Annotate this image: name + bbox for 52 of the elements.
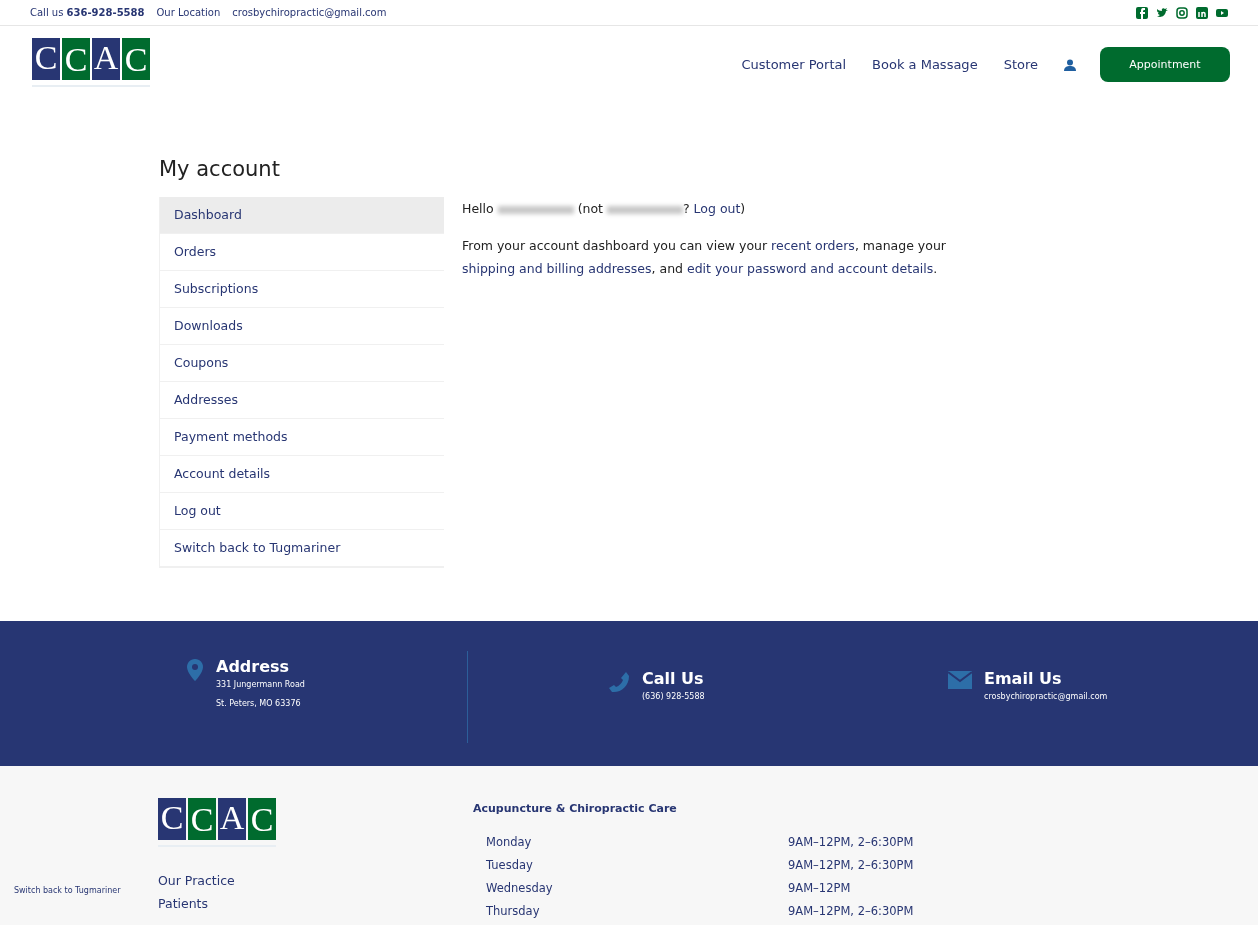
sidebar-item[interactable]: Account details — [160, 456, 444, 493]
sidebar-item[interactable]: Downloads — [160, 308, 444, 345]
greeting-text: Hello (not ? Log out) — [462, 200, 747, 218]
contact-text: 331 Jungermann Road — [216, 680, 305, 689]
sidebar-item[interactable]: Orders — [160, 234, 444, 271]
account-link[interactable]: shipping and billing addresses — [462, 261, 652, 276]
email-link[interactable]: crosbychiropractic@gmail.com — [232, 7, 387, 18]
hours-text: 9AM–12PM, 2–6:30PM — [788, 834, 914, 851]
dashboard-intro-text: From your account dashboard you can view your recent orders, manage your shipping and billing addresses, and edit your password and account details. — [462, 237, 947, 278]
contact-text: St. Peters, MO 63376 — [216, 699, 302, 708]
contact-text: crosbychiropractic@gmail.com — [984, 692, 1108, 701]
envelope-icon — [948, 669, 972, 689]
nav-link[interactable]: Book a Massage — [872, 57, 978, 72]
sidebar-item[interactable]: Coupons — [160, 345, 444, 382]
hours-text: 9AM–12PM, 2–6:30PM — [788, 903, 914, 920]
location-pin-icon — [186, 657, 204, 681]
location-link[interactable]: Our Location — [156, 7, 221, 18]
sidebar-item[interactable]: Addresses — [160, 382, 444, 419]
sidebar-item[interactable]: Dashboard — [160, 197, 444, 234]
youtube-icon[interactable] — [1216, 6, 1228, 19]
contact-title: Call Us — [642, 669, 705, 688]
sidebar-item[interactable]: Log out — [160, 493, 444, 530]
phone-text[interactable]: Call us 636-928-5588 — [30, 7, 145, 18]
logout-link[interactable]: Log out — [693, 201, 741, 216]
appointment-button[interactable]: Appointment — [1100, 47, 1230, 82]
contact-text: (636) 928-5588 — [642, 692, 705, 701]
footer-link[interactable]: Patients — [158, 892, 473, 915]
linkedin-icon[interactable] — [1196, 6, 1208, 19]
day-text: Thursday — [486, 903, 541, 920]
sidebar-item[interactable]: Switch back to Tugmariner — [160, 530, 444, 567]
user-icon[interactable] — [1064, 58, 1076, 71]
twitter-icon[interactable] — [1156, 6, 1168, 19]
nav-link[interactable]: Customer Portal — [741, 57, 847, 72]
page-title: My account — [159, 157, 281, 181]
day-text: Monday — [486, 834, 533, 851]
switch-back-link[interactable]: Switch back to Tugmariner — [14, 886, 158, 925]
day-text: Wednesday — [486, 880, 554, 897]
facebook-icon[interactable] — [1136, 6, 1148, 19]
sidebar-item[interactable]: Payment methods — [160, 419, 444, 456]
sidebar-item[interactable]: Subscriptions — [160, 271, 444, 308]
footer-link[interactable]: Our Practice — [158, 869, 473, 892]
hours-text: 9AM–12PM — [788, 880, 851, 897]
account-link[interactable]: recent orders — [771, 238, 855, 253]
hours-text: 9AM–12PM, 2–6:30PM — [788, 857, 914, 874]
logo[interactable]: C C A C — [32, 38, 150, 87]
contact-title: Address — [216, 657, 291, 676]
contact-title: Email Us — [984, 669, 1063, 688]
instagram-icon[interactable] — [1176, 6, 1188, 19]
nav-link[interactable]: Store — [1003, 57, 1038, 72]
hours-title: Acupuncture & Chiropractic Care — [473, 802, 678, 815]
logo[interactable]: C C A C — [158, 798, 276, 847]
day-text: Tuesday — [486, 857, 534, 874]
